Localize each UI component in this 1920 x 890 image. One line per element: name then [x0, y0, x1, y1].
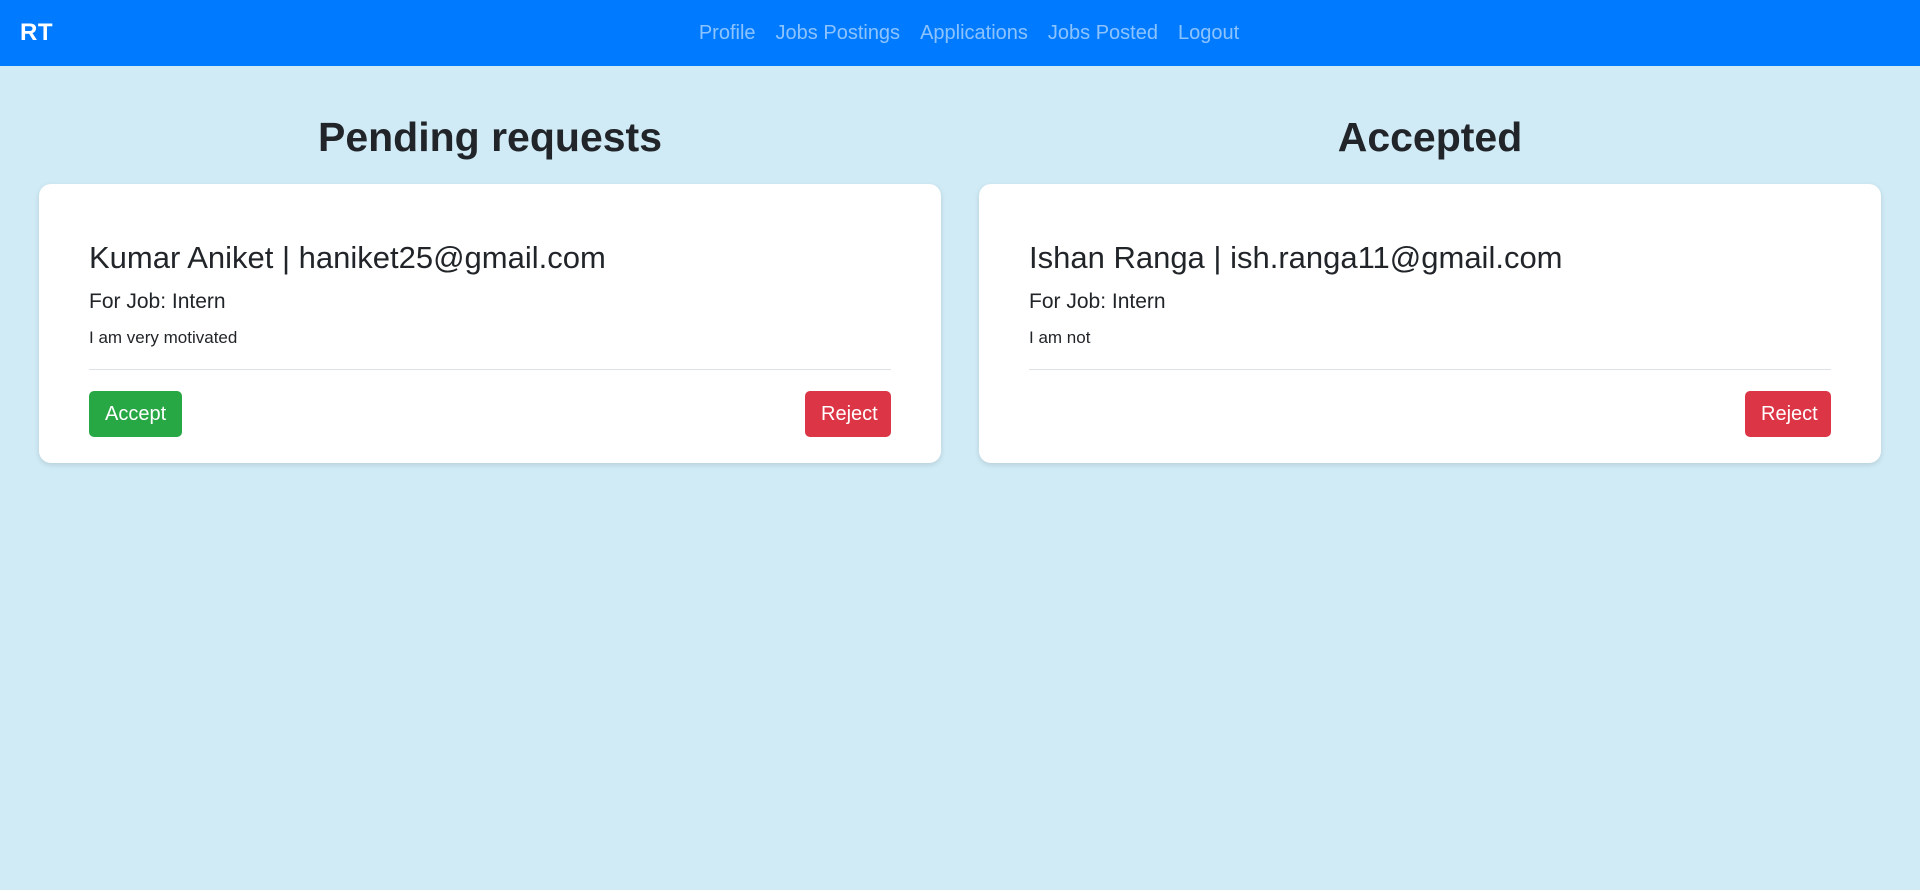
- applicant-message: I am not: [1029, 328, 1091, 347]
- nav-links: Profile Jobs Postings Applications Jobs …: [18, 0, 1920, 66]
- reject-button[interactable]: Reject: [805, 391, 891, 437]
- nav-link-applications[interactable]: Applications: [920, 22, 1028, 45]
- card-divider: [89, 369, 891, 370]
- pending-title: Pending requests: [317, 114, 662, 160]
- accepted-column: Accepted Ishan Ranga | ish.ranga11@gmail…: [979, 66, 1881, 463]
- accept-button[interactable]: Accept: [89, 391, 182, 437]
- navbar: RT Profile Jobs Postings Applications Jo…: [0, 0, 1920, 66]
- nav-link-jobs-postings[interactable]: Jobs Postings: [776, 22, 901, 45]
- main-columns: Pending requests Kumar Aniket | haniket2…: [39, 66, 1881, 463]
- card-divider: [1029, 369, 1831, 370]
- pending-column: Pending requests Kumar Aniket | haniket2…: [39, 66, 941, 463]
- applicant-name-email: Kumar Aniket | haniket25@gmail.com: [89, 240, 606, 275]
- nav-link-profile[interactable]: Profile: [699, 22, 756, 45]
- applicant-name-email: Ishan Ranga | ish.ranga11@gmail.com: [1029, 240, 1563, 275]
- applicant-job: For Job: Intern: [89, 290, 226, 313]
- applicant-message: I am very motivated: [89, 328, 238, 347]
- nav-link-logout[interactable]: Logout: [1178, 22, 1239, 45]
- applicant-job: For Job: Intern: [1029, 290, 1166, 313]
- accepted-title: Accepted: [1337, 114, 1523, 160]
- pending-request-card: Kumar Aniket | haniket25@gmail.com For J…: [39, 184, 941, 463]
- nav-link-jobs-posted[interactable]: Jobs Posted: [1048, 22, 1158, 45]
- accepted-card: Ishan Ranga | ish.ranga11@gmail.com For …: [979, 184, 1881, 463]
- reject-button[interactable]: Reject: [1745, 391, 1831, 437]
